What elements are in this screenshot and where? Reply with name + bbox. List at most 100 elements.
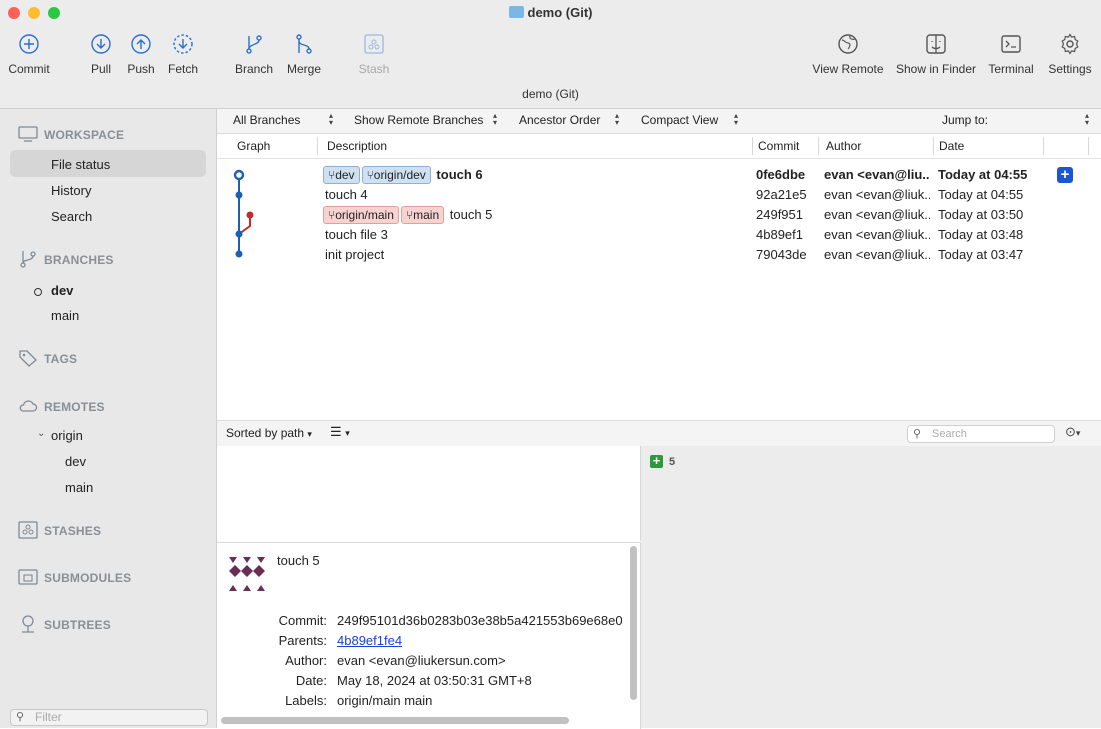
history-filter-bar: All Branches ▴ ▾ Show Remote Branches ▴ ▾ … xyxy=(217,109,1101,134)
commit-message: touch 6 xyxy=(436,167,483,182)
stash-icon xyxy=(364,34,384,54)
commit-date: Today at 03:50 xyxy=(938,207,1024,222)
fetch-button[interactable]: Fetch xyxy=(164,32,202,76)
sidebar-item-file-status[interactable]: File status xyxy=(10,150,206,177)
sort-by-select[interactable]: Sorted by path ▾ xyxy=(226,426,312,440)
branches-filter-select[interactable]: All Branches xyxy=(233,113,300,127)
labels-label: Labels: xyxy=(285,693,327,708)
sidebar-branch-main[interactable]: main xyxy=(51,308,79,323)
order-select[interactable]: Ancestor Order xyxy=(519,113,600,127)
sidebar-remote-branch-main[interactable]: main xyxy=(65,480,93,495)
search-icon: ⚲ xyxy=(913,428,922,440)
commit-hash: 4b89ef1 xyxy=(756,227,803,242)
commit-date-full: May 18, 2024 at 03:50:31 GMT+8 xyxy=(337,673,532,688)
commit-date: Today at 04:55 xyxy=(938,187,1024,202)
commit-button[interactable]: Commit xyxy=(6,32,52,76)
chevron-down-icon: ▾ xyxy=(307,429,312,439)
commit-subject: touch 5 xyxy=(277,553,320,568)
stash-button[interactable]: Stash xyxy=(355,32,393,76)
column-divider xyxy=(818,137,819,155)
stashes-section[interactable]: STASHES xyxy=(18,521,101,539)
commit-message: init project xyxy=(325,247,385,262)
added-count: 5 xyxy=(669,456,676,468)
repo-subtitle: demo (Git) xyxy=(522,87,579,101)
file-list xyxy=(217,446,641,541)
file-search-input[interactable]: ⚲ Search xyxy=(907,425,1055,443)
remotes-section: REMOTES xyxy=(18,397,105,415)
sidebar-branch-dev[interactable]: dev xyxy=(51,283,73,298)
commit-author: evan <evan@liuk... xyxy=(824,187,930,202)
branch-icon xyxy=(246,35,262,54)
vertical-scrollbar[interactable] xyxy=(630,546,637,700)
more-options-button[interactable]: ⊙▾ xyxy=(1065,424,1080,440)
commit-row[interactable]: touch 4 92a21e5 evan <evan@liuk... Today… xyxy=(217,184,1101,204)
file-list-toolbar: Sorted by path ▾ ☰ ▾ ⚲ Search ⊙▾ xyxy=(217,420,1101,447)
commit-message: touch 5 xyxy=(449,207,493,222)
date-label: Date: xyxy=(295,673,327,688)
commit-message: touch 4 xyxy=(325,187,368,202)
tags-section[interactable]: TAGS xyxy=(18,349,77,367)
submodule-icon xyxy=(18,569,38,585)
list-view-select[interactable]: ☰ ▾ xyxy=(330,424,350,440)
diff-pane: + 5 xyxy=(641,446,1101,728)
avatar xyxy=(229,557,265,591)
column-date[interactable]: Date xyxy=(939,139,964,153)
fetch-icon xyxy=(173,34,193,54)
branch-tag: ⑂main xyxy=(400,206,445,224)
terminal-button[interactable]: Terminal xyxy=(986,32,1036,76)
finder-icon xyxy=(926,34,946,54)
updown-chevron-icon: ▴ ▾ xyxy=(329,111,334,127)
commit-row[interactable]: ⑂origin/main ⑂main touch 5 249f951 evan <… xyxy=(217,204,1101,224)
subtrees-section[interactable]: SUBTREES xyxy=(18,615,111,633)
sidebar-item-history[interactable]: History xyxy=(51,183,91,198)
commit-author: evan <evan@liuk... xyxy=(824,227,930,242)
updown-chevron-icon: ▴ ▾ xyxy=(1085,111,1090,127)
commit-row[interactable]: ⑂dev ⑂origin/dev touch 6 0fe6dbe evan <ev… xyxy=(217,164,1101,184)
merge-button[interactable]: Merge xyxy=(284,32,324,76)
settings-button[interactable]: Settings xyxy=(1045,32,1095,76)
chevron-down-icon[interactable]: ⌄ xyxy=(37,428,45,439)
column-divider xyxy=(752,137,753,155)
commit-hash: 249f951 xyxy=(756,207,803,222)
commit-date: Today at 03:48 xyxy=(938,227,1024,242)
commit-message: touch file 3 xyxy=(325,227,388,242)
remote-branches-select[interactable]: Show Remote Branches xyxy=(354,113,483,127)
branch-tag: ⑂origin/main xyxy=(323,206,399,224)
commit-row[interactable]: touch file 3 4b89ef1 evan <evan@liuk... … xyxy=(217,224,1101,244)
branch-button[interactable]: Branch xyxy=(234,32,274,76)
view-remote-button[interactable]: View Remote xyxy=(812,32,884,76)
sidebar-remote-branch-dev[interactable]: dev xyxy=(65,454,86,469)
column-description[interactable]: Description xyxy=(327,139,387,153)
view-mode-select[interactable]: Compact View xyxy=(641,113,718,127)
jump-to-select[interactable]: Jump to: xyxy=(942,113,988,127)
branch-icon: ⑂ xyxy=(366,168,374,182)
show-in-finder-button[interactable]: Show in Finder xyxy=(895,32,977,76)
sidebar-item-search[interactable]: Search xyxy=(51,209,92,224)
arrow-up-circle-icon xyxy=(131,34,151,54)
plus-circle-icon xyxy=(19,34,39,54)
author-label: Author: xyxy=(285,653,327,668)
parent-commit-link[interactable]: 4b89ef1fe4 xyxy=(337,633,402,648)
column-author[interactable]: Author xyxy=(826,139,861,153)
parents-label: Parents: xyxy=(278,633,327,648)
sidebar-filter-input[interactable]: ⚲ Filter xyxy=(10,709,208,726)
sidebar-remote-origin[interactable]: origin xyxy=(51,428,83,443)
submodules-section[interactable]: SUBMODULES xyxy=(18,568,131,586)
current-branch-icon xyxy=(34,288,42,296)
pull-button[interactable]: Pull xyxy=(84,32,118,76)
column-commit[interactable]: Commit xyxy=(758,139,799,153)
arrow-down-circle-icon xyxy=(91,34,111,54)
column-divider xyxy=(1043,137,1044,155)
horizontal-scrollbar[interactable] xyxy=(221,717,569,724)
monitor-icon xyxy=(18,126,38,142)
branch-tag: ⑂dev xyxy=(323,166,360,184)
push-button[interactable]: Push xyxy=(124,32,158,76)
updown-chevron-icon: ▴ ▾ xyxy=(615,111,620,127)
added-file-icon: + xyxy=(650,454,663,468)
column-graph[interactable]: Graph xyxy=(237,139,270,153)
add-column-button[interactable]: + xyxy=(1057,167,1073,183)
column-divider xyxy=(1088,137,1089,155)
commit-row[interactable]: init project 79043de evan <evan@liuk... … xyxy=(217,244,1101,264)
updown-chevron-icon: ▴ ▾ xyxy=(493,111,498,127)
commit-date: Today at 03:47 xyxy=(938,247,1024,262)
